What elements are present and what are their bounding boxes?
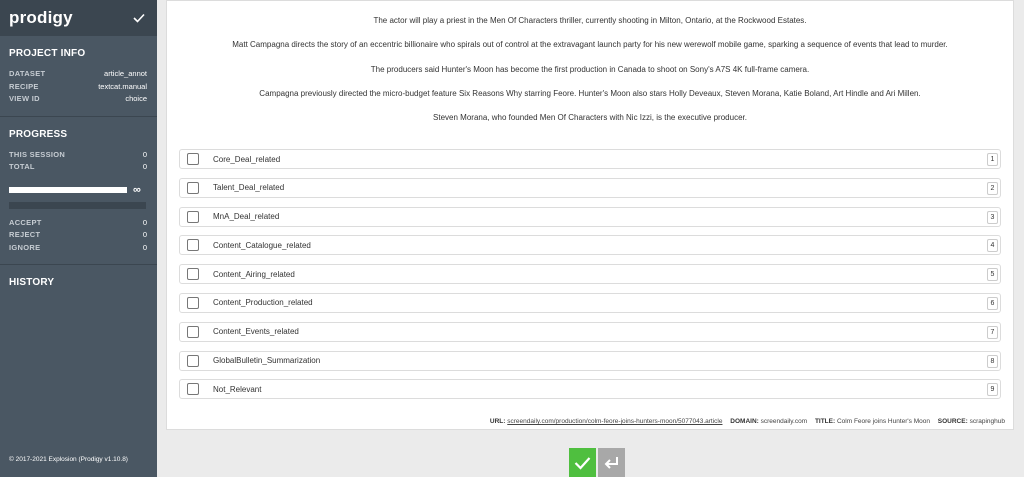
text-paragraph: The actor will play a priest in the Men … [373, 16, 807, 25]
progress-accept: ACCEPT 0 [9, 217, 147, 227]
option-content-production-related[interactable]: Content_Production_related 6 [179, 292, 1001, 313]
option-key-badge: 7 [987, 325, 998, 339]
check-icon [574, 456, 591, 470]
checkbox[interactable] [187, 325, 199, 338]
option-label: MnA_Deal_related [213, 212, 280, 222]
checkbox[interactable] [187, 210, 199, 223]
progress-bar [9, 186, 127, 193]
option-label: Content_Airing_related [213, 269, 295, 279]
option-label: GlobalBulletin_Summarization [213, 356, 321, 366]
accept-button[interactable] [569, 448, 596, 477]
option-key-badge: 3 [987, 210, 998, 224]
option-key-badge: 8 [987, 354, 998, 368]
option-globalbulletin-summarization[interactable]: GlobalBulletin_Summarization 8 [179, 350, 1001, 371]
footer-copyright: © 2017-2021 Explosion (Prodigy v1.10.8) [9, 456, 128, 463]
history-title: HISTORY [9, 277, 55, 288]
undo-button[interactable] [598, 448, 625, 477]
meta-domain-label: DOMAIN: [730, 418, 759, 425]
meta-source-label: SOURCE: [937, 418, 968, 425]
meta-domain: screendaily.com [760, 418, 808, 425]
option-key-badge: 5 [987, 268, 998, 282]
option-label: Content_Catalogue_related [213, 240, 311, 250]
answer-distribution-bar [9, 201, 146, 209]
option-content-events-related[interactable]: Content_Events_related 7 [179, 321, 1001, 342]
option-label: Core_Deal_related [213, 154, 281, 164]
option-talent-deal-related[interactable]: Talent_Deal_related 2 [179, 177, 1001, 198]
progress-this-session: THIS SESSION 0 [9, 149, 147, 159]
option-label: Content_Production_related [213, 298, 313, 308]
meta-url-label: URL: [489, 418, 506, 425]
annotation-card: The actor will play a priest in the Men … [166, 0, 1014, 430]
progress-reject: REJECT 0 [9, 230, 147, 239]
option-key-badge: 2 [987, 181, 998, 195]
task-meta: URL: screendaily.com/production/colm-feo… [490, 418, 1005, 425]
option-label: Content_Events_related [213, 327, 299, 337]
meta-title-label: TITLE: [814, 418, 836, 425]
option-label: Talent_Deal_related [213, 183, 285, 193]
progress-title: PROGRESS [9, 128, 68, 140]
check-icon[interactable] [133, 10, 145, 26]
meta-title: Colm Feore joins Hunter's Moon [836, 418, 930, 425]
infinity-icon: ∞ [133, 183, 141, 196]
sidebar: prodigy PROJECT INFO DATASET article_ann… [0, 0, 157, 477]
option-key-badge: 1 [987, 153, 998, 166]
option-key-badge: 9 [987, 383, 998, 397]
task-text: The actor will play a priest in the Men … [167, 1, 1013, 124]
option-content-catalogue-related[interactable]: Content_Catalogue_related 4 [179, 235, 1001, 256]
option-label: Not_Relevant [213, 384, 262, 394]
info-row-view-id: VIEW ID choice [9, 94, 147, 103]
meta-url-link[interactable]: screendaily.com/production/colm-feore-jo… [507, 418, 722, 425]
progress-ignore: IGNORE 0 [9, 242, 147, 252]
checkbox[interactable] [187, 268, 199, 281]
text-paragraph: The producers said Hunter's Moon has bec… [370, 64, 810, 74]
progress-section: PROGRESS THIS SESSION 0 TOTAL 0 ∞ ACCEPT… [0, 117, 157, 265]
option-key-badge: 4 [987, 239, 998, 253]
option-key-badge: 6 [987, 296, 998, 310]
checkbox[interactable] [187, 181, 199, 194]
checkbox[interactable] [187, 296, 199, 309]
option-mna-deal-related[interactable]: MnA_Deal_related 3 [179, 206, 1001, 227]
checkbox[interactable] [187, 239, 199, 252]
checkbox[interactable] [187, 354, 199, 367]
info-row-recipe: RECIPE textcat.manual [9, 81, 147, 91]
checkbox[interactable] [187, 153, 199, 165]
choice-options: Core_Deal_related 1 Talent_Deal_related … [179, 149, 1001, 408]
progress-total: TOTAL 0 [9, 162, 147, 171]
text-paragraph: Campagna previously directed the micro-b… [259, 88, 921, 98]
history-section: HISTORY [0, 265, 157, 307]
checkbox[interactable] [187, 383, 199, 396]
option-not-relevant[interactable]: Not_Relevant 9 [179, 379, 1001, 400]
info-row-dataset: DATASET article_annot [9, 69, 147, 78]
meta-source: scrapinghub [969, 418, 1005, 425]
text-paragraph: Steven Morana, who founded Men Of Charac… [433, 113, 747, 123]
brand-bar: prodigy [0, 0, 157, 36]
progress-bar-row: ∞ [9, 184, 147, 196]
undo-return-icon [604, 456, 618, 469]
project-info-title: PROJECT INFO [9, 48, 86, 59]
option-content-airing-related[interactable]: Content_Airing_related 5 [179, 264, 1001, 285]
option-core-deal-related[interactable]: Core_Deal_related 1 [179, 149, 1001, 169]
text-paragraph: Matt Campagna directs the story of an ec… [232, 40, 948, 50]
project-info-section: PROJECT INFO DATASET article_annot RECIP… [0, 36, 157, 117]
brand-logo: prodigy [9, 8, 73, 27]
